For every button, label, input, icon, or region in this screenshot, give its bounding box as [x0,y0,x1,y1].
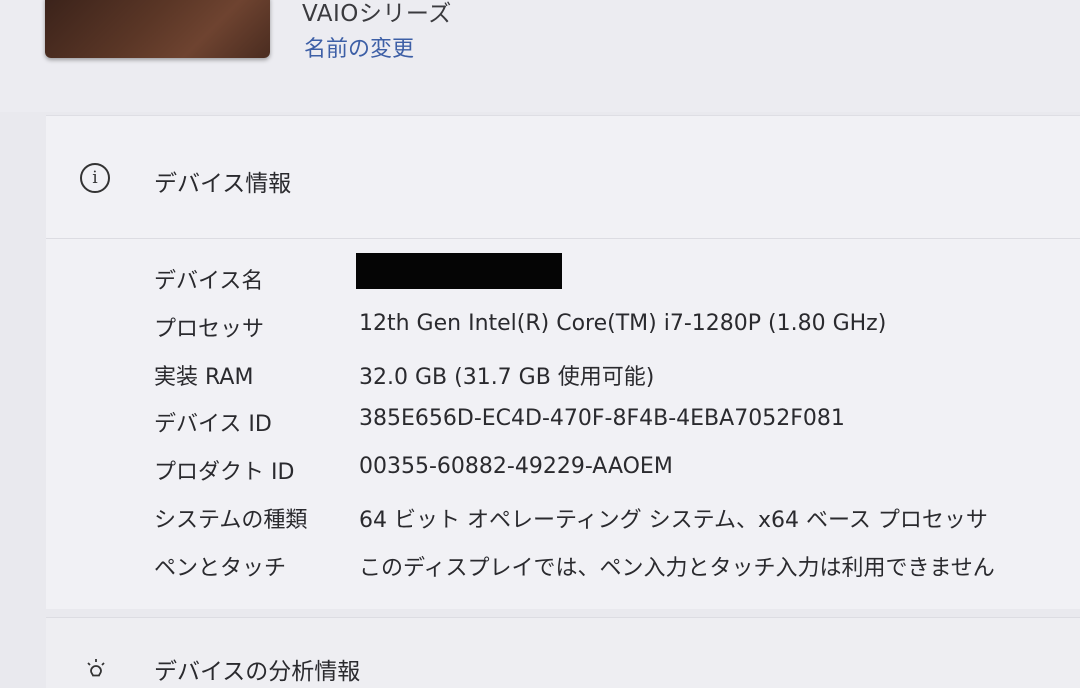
spec-label: デバイス名 [154,269,264,294]
spec-row-device-id: デバイス ID 385E656D-EC4D-470F-8F4B-4EBA7052… [46,406,1080,446]
spec-value: 32.0 GB (31.7 GB 使用可能) [359,365,655,390]
spec-label: ペンとタッチ [154,556,287,581]
spec-label: システムの種類 [154,508,308,533]
redacted-device-name [356,253,562,289]
model-name: VAIOシリーズ [302,1,452,27]
spec-value: 385E656D-EC4D-470F-8F4B-4EBA7052F081 [359,406,845,431]
device-diagnostics-card[interactable]: デバイスの分析情報 [46,617,1080,688]
spec-row-system-type: システムの種類 64 ビット オペレーティング システム、x64 ベース プロセ… [46,502,1080,542]
spec-label: プロダクト ID [154,460,295,485]
spec-row-ram: 実装 RAM 32.0 GB (31.7 GB 使用可能) [46,359,1080,399]
spec-row-processor: プロセッサ 12th Gen Intel(R) Core(TM) i7-1280… [46,311,1080,351]
spec-label: 実装 RAM [154,365,254,390]
spec-label: デバイス ID [154,412,272,437]
diagnostics-title: デバイスの分析情報 [154,659,361,685]
rename-link[interactable]: 名前の変更 [304,31,414,63]
spec-value: このディスプレイでは、ペン入力とタッチ入力は利用できません [359,556,995,581]
spec-value: 12th Gen Intel(R) Core(TM) i7-1280P (1.8… [359,311,887,336]
spec-value: 00355-60882-49229-AAOEM [359,454,673,479]
device-specs-title: デバイス情報 [154,171,292,197]
lightbulb-icon [87,659,105,677]
device-image [45,0,270,58]
spec-label: プロセッサ [154,317,265,342]
device-header: VAIOシリーズ 名前の変更 [0,0,1080,112]
info-icon: i [80,163,110,193]
spec-row-device-name: デバイス名 [46,253,1080,303]
spec-value: 64 ビット オペレーティング システム、x64 ベース プロセッサ [359,508,988,533]
spec-row-product-id: プロダクト ID 00355-60882-49229-AAOEM [46,454,1080,494]
device-specs-card: i デバイス情報 デバイス名 プロセッサ 12th Gen Intel(R) C… [46,115,1080,609]
device-specs-header[interactable]: i デバイス情報 [46,116,1080,239]
spec-row-pen-touch: ペンとタッチ このディスプレイでは、ペン入力とタッチ入力は利用できません [46,550,1080,590]
